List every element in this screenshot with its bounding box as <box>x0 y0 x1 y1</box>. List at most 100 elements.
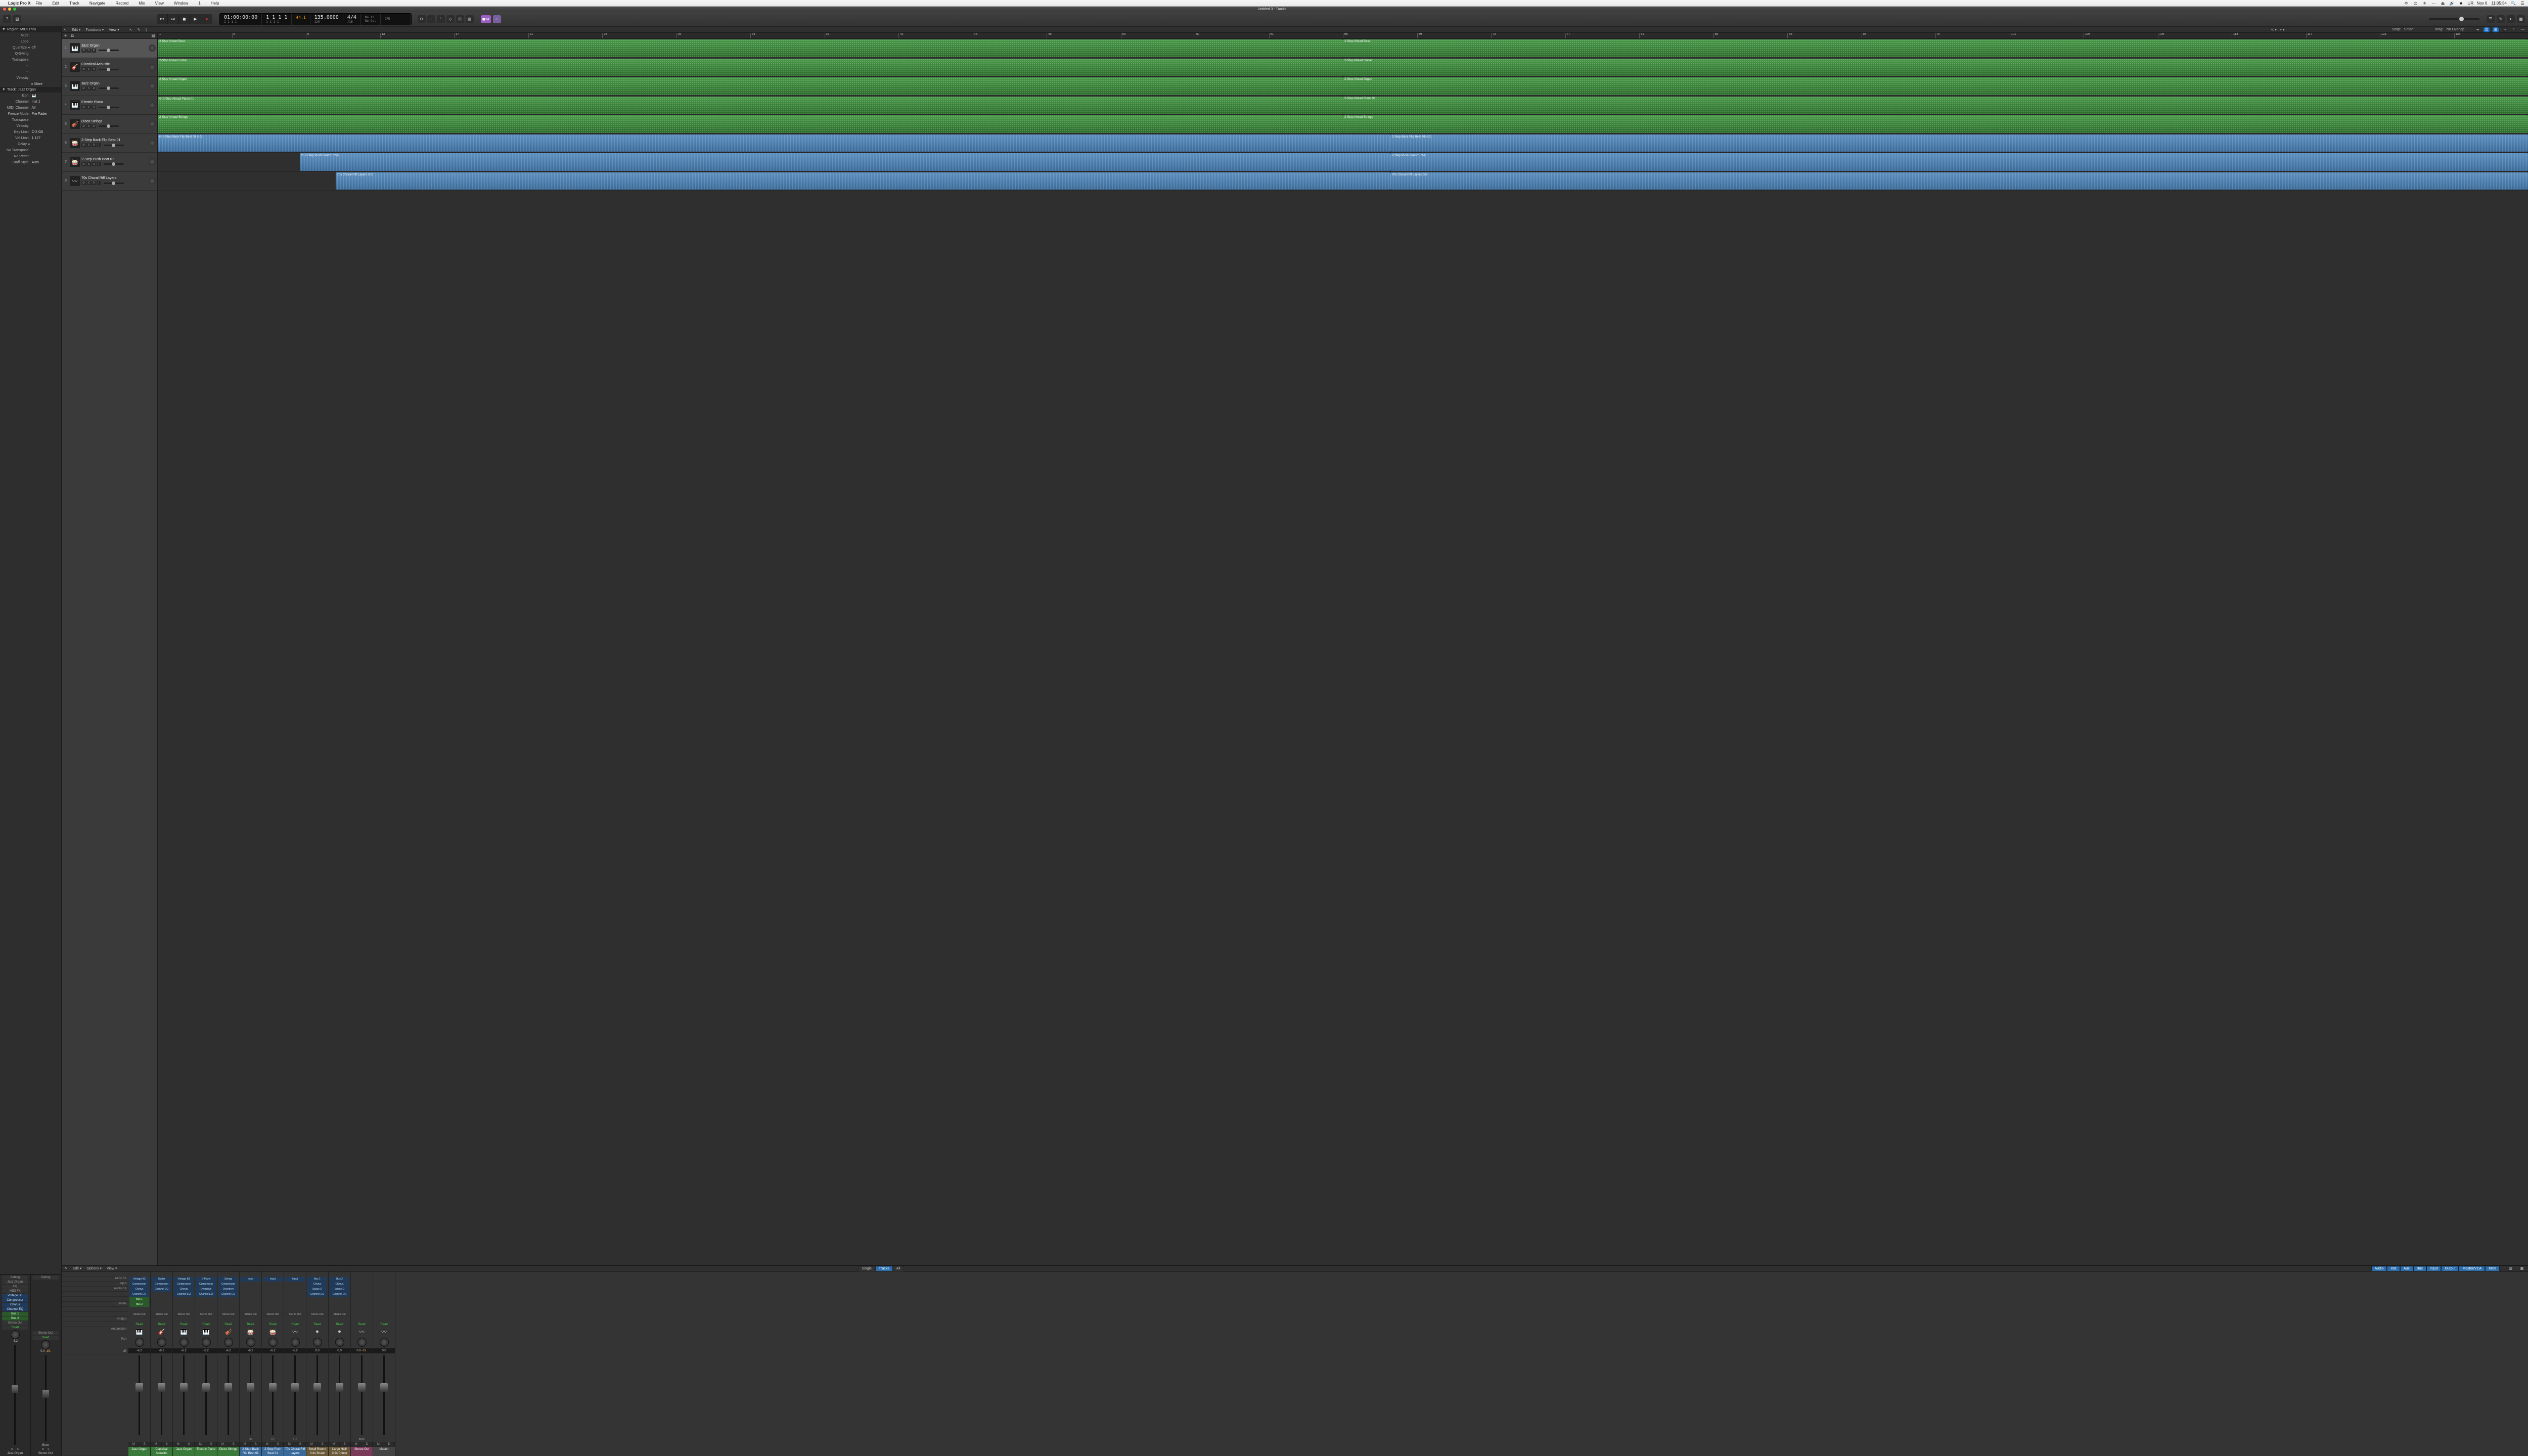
fx-slot[interactable]: Channel EQ <box>330 1292 349 1297</box>
send-slot[interactable]: Bus 1 <box>129 1297 149 1302</box>
input-slot[interactable]: E-Piano <box>196 1277 216 1282</box>
output-slot[interactable]: Stereo Out <box>218 1312 238 1317</box>
input-slot[interactable]: Input <box>241 1277 260 1282</box>
fx-slot[interactable]: Overdrive <box>218 1287 238 1292</box>
track-pan-knob[interactable] <box>149 82 156 89</box>
output-slot[interactable]: Stereo Out <box>285 1312 305 1317</box>
pan-knob[interactable] <box>291 1338 300 1347</box>
menubar-status-icon[interactable]: ✳ <box>2422 1 2427 6</box>
solo-button[interactable]: S <box>86 86 91 90</box>
track-pan-knob[interactable] <box>149 120 156 127</box>
strip-setting[interactable]: Setting <box>2 1276 28 1280</box>
solo-button[interactable]: S <box>318 1442 329 1447</box>
track-header[interactable]: 5🎻Disco StringsMSR <box>62 115 157 134</box>
mute-button[interactable]: M <box>329 1442 340 1447</box>
solo-button[interactable]: S <box>162 1442 173 1447</box>
window-zoom-button[interactable] <box>13 8 16 11</box>
menubar-status-icon[interactable]: 🔊 <box>2450 1 2455 6</box>
low-latency-button[interactable]: ↓ <box>427 15 435 23</box>
region[interactable]: 70s Choral Riff Layers ⊙⊙ <box>336 172 1390 190</box>
track-volume-slider[interactable] <box>104 145 124 146</box>
solo-button[interactable]: S <box>229 1442 240 1447</box>
mute-button[interactable]: M <box>284 1442 295 1447</box>
menu-record[interactable]: Record <box>115 1 128 6</box>
solo-button[interactable]: S <box>251 1442 262 1447</box>
pan-knob[interactable] <box>202 1338 211 1347</box>
mixer-menu-edit[interactable]: Edit ▾ <box>73 1267 82 1270</box>
channel-name[interactable]: Disco Strings <box>217 1447 239 1456</box>
dim-button[interactable]: D <box>384 1442 395 1447</box>
inspector-track-header[interactable]: ▼Track: Jazz Organ <box>0 87 61 93</box>
track-pan-knob[interactable] <box>149 158 156 165</box>
send-slot[interactable]: Bus 2 <box>129 1302 149 1307</box>
inspector-row[interactable]: No Transpose: <box>0 147 61 153</box>
inspector-row[interactable]: ▸ More <box>0 81 61 87</box>
region[interactable]: 2-Step Ahead Bass <box>158 39 1343 57</box>
play-button[interactable]: ▶ <box>190 14 201 24</box>
fx-slot[interactable]: Compressor <box>218 1282 238 1287</box>
automation-mode[interactable]: Read <box>224 1323 232 1326</box>
inspector-row[interactable]: Freeze Mode:Pre Fader <box>0 111 61 117</box>
pan-knob[interactable] <box>135 1338 144 1347</box>
channel-fader[interactable] <box>195 1353 217 1437</box>
track-header[interactable]: 6🥁2-Step Back Flip Beat 01MSRI <box>62 134 157 153</box>
mixer-filter-input[interactable]: Input <box>2426 1266 2442 1271</box>
inspector-row[interactable]: Staff Style:Auto <box>0 159 61 165</box>
track-pan-knob[interactable] <box>149 102 156 109</box>
mixer-filter-master-vca[interactable]: Master/VCA <box>2459 1266 2485 1271</box>
region[interactable]: ⟳ 2-Step Push Beat 01 ⊙⊙ <box>300 153 1390 171</box>
inspector-row[interactable]: Transpose: <box>0 57 61 63</box>
fx-slot[interactable]: Compressor <box>196 1282 216 1287</box>
solo-button[interactable]: S <box>86 143 91 147</box>
mute-button[interactable]: M <box>351 1442 362 1447</box>
region[interactable]: 2-Step Ahead Bass <box>1343 39 2528 57</box>
record-enable-button[interactable]: R <box>92 67 96 71</box>
app-name[interactable]: Logic Pro X <box>8 1 30 6</box>
mute-button[interactable]: M <box>81 86 86 90</box>
fx-slot[interactable]: Chorus <box>330 1282 349 1287</box>
input-monitor-button[interactable]: I <box>97 181 101 185</box>
tool-pointer-icon[interactable]: ↖ <box>64 28 67 32</box>
automation-mode[interactable]: Read <box>358 1323 365 1326</box>
record-enable-button[interactable]: R <box>92 143 96 147</box>
mixer-narrow-button[interactable]: ▥ <box>2508 1266 2514 1271</box>
volume-fader[interactable] <box>14 1345 16 1445</box>
input-slot[interactable]: Vintage B3 <box>129 1277 149 1282</box>
track-volume-slider[interactable] <box>104 163 124 165</box>
inspector-row[interactable]: Mute: <box>0 32 61 38</box>
mute-button[interactable]: M <box>81 181 86 185</box>
notes-button[interactable]: ⌂ <box>493 15 501 23</box>
snap-menu[interactable]: Smart <box>2404 28 2414 31</box>
region-lane[interactable]: 70s Choral Riff Layers ⊙⊙70s Choral Riff… <box>158 172 2528 191</box>
menubar-status-icon[interactable]: UR <box>2468 1 2473 6</box>
channel-name[interactable]: Master <box>373 1447 395 1456</box>
channel-name[interactable]: Large Hall/ 3.9s Prince Hall One <box>329 1447 350 1456</box>
solo-button[interactable]: S <box>273 1442 284 1447</box>
fx-slot[interactable]: Space D <box>307 1287 327 1292</box>
region[interactable]: 2-Step Ahead Organ <box>158 77 1343 95</box>
region[interactable]: 2-Step Ahead Guitar <box>158 59 1343 76</box>
solo-button[interactable]: S <box>340 1442 351 1447</box>
menubar-status-icon[interactable]: ⋯ <box>2431 1 2436 6</box>
track-pan-knob[interactable] <box>149 140 156 147</box>
pan-knob[interactable] <box>313 1338 322 1347</box>
tool-pointer[interactable]: ↖ <box>129 28 132 32</box>
fx-slot[interactable]: Compressor <box>152 1282 171 1287</box>
mute-button[interactable]: M <box>81 143 86 147</box>
pan-knob[interactable] <box>224 1338 233 1347</box>
tracks-menu-functions[interactable]: Functions ▾ <box>85 28 104 32</box>
menu-track[interactable]: Track <box>69 1 79 6</box>
click-button[interactable]: ▤ <box>466 15 474 23</box>
channel-fader[interactable] <box>240 1353 261 1437</box>
channel-fader[interactable] <box>351 1353 373 1437</box>
automation-mode[interactable]: Read <box>380 1323 387 1326</box>
drag-menu[interactable]: No Overlap <box>2447 28 2464 31</box>
solo-button[interactable]: S <box>86 162 91 166</box>
pan-knob[interactable] <box>335 1338 344 1347</box>
automation-mode[interactable]: Read <box>158 1323 165 1326</box>
menu-view[interactable]: View <box>155 1 164 6</box>
channel-name[interactable]: Jazz Organ <box>128 1447 150 1456</box>
waveform-zoom-button[interactable]: 〜 <box>2520 27 2526 32</box>
menu-edit[interactable]: Edit <box>52 1 59 6</box>
fx-slot[interactable]: Channel EQ <box>196 1292 216 1297</box>
